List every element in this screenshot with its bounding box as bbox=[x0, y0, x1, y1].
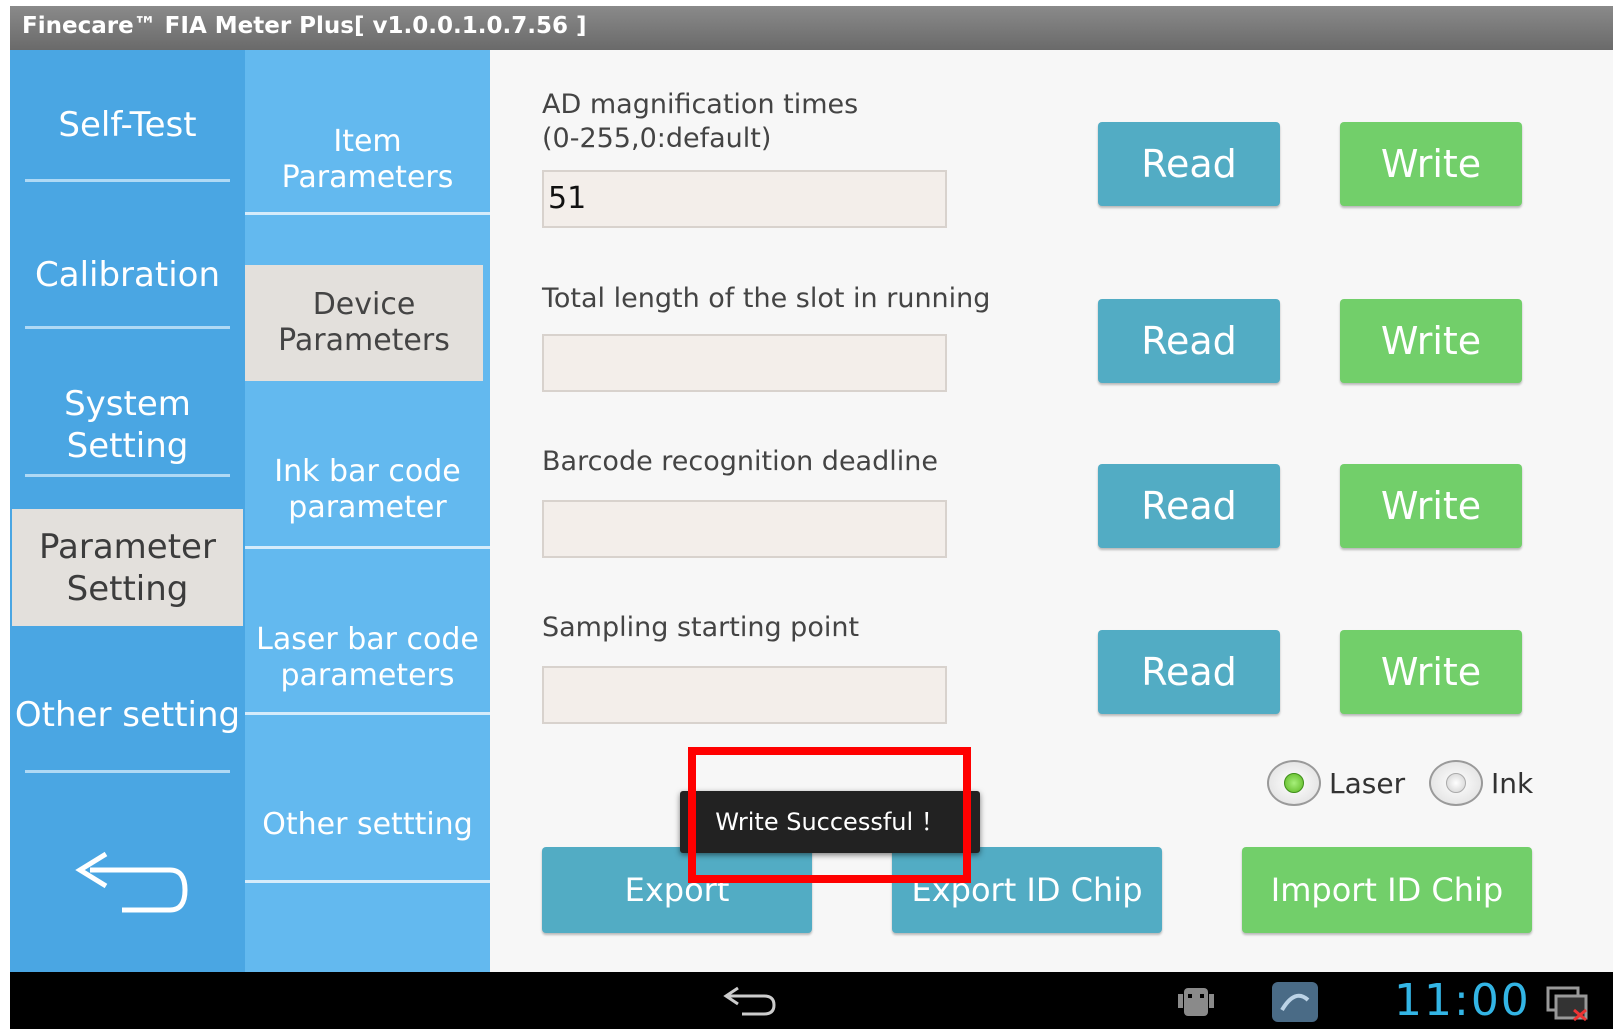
app-window: Finecare™ FIA Meter Plus[ v1.0.0.1.0.7.5… bbox=[10, 6, 1613, 1029]
ad-magnification-input[interactable]: 51 bbox=[542, 170, 947, 228]
barcode-deadline-write-button[interactable]: Write bbox=[1340, 464, 1522, 548]
sampling-start-write-button[interactable]: Write bbox=[1340, 630, 1522, 714]
secondary-nav: Item Parameters Device Parameters Ink ba… bbox=[245, 50, 490, 972]
barcode-deadline-input[interactable] bbox=[542, 500, 947, 558]
nav-calibration[interactable]: Calibration bbox=[10, 230, 245, 320]
subnav-device-parameters-label: Parameters bbox=[278, 323, 450, 358]
subnav-divider bbox=[245, 712, 490, 715]
system-navigation-bar: 11:00 bbox=[10, 972, 1613, 1029]
barcode-deadline-read-button[interactable]: Read bbox=[1098, 464, 1280, 548]
system-clock: 11:00 bbox=[1394, 975, 1531, 1026]
radio-ink-button[interactable] bbox=[1429, 760, 1483, 806]
field-label-ad-magnification: AD magnification times (0-255,0:default) bbox=[542, 88, 858, 156]
window-title: Finecare™ FIA Meter Plus[ v1.0.0.1.0.7.5… bbox=[10, 6, 1613, 50]
slot-length-write-button[interactable]: Write bbox=[1340, 299, 1522, 383]
radio-ink[interactable]: Ink bbox=[1429, 760, 1533, 806]
nav-divider bbox=[25, 326, 230, 329]
ad-magnification-write-button[interactable]: Write bbox=[1340, 122, 1522, 206]
subnav-laser-bar-code-label: parameters bbox=[280, 658, 455, 693]
nav-system-setting-label: Setting bbox=[66, 426, 189, 466]
field-label-sampling-start: Sampling starting point bbox=[542, 611, 859, 645]
app-notification-icon bbox=[1272, 982, 1318, 1022]
radio-laser[interactable]: Laser bbox=[1267, 760, 1405, 806]
subnav-laser-bar-code[interactable]: Laser bar code parameters bbox=[245, 608, 490, 708]
subnav-divider bbox=[245, 212, 490, 215]
radio-ink-label: Ink bbox=[1491, 766, 1534, 800]
nav-divider bbox=[25, 179, 230, 182]
sampling-start-input[interactable] bbox=[542, 666, 947, 724]
nav-system-setting[interactable]: System Setting bbox=[10, 375, 245, 475]
subnav-item-parameters[interactable]: Item Parameters bbox=[245, 110, 490, 210]
nav-other-setting[interactable]: Other setting bbox=[10, 670, 245, 760]
subnav-device-parameters-label: Device bbox=[312, 287, 416, 322]
nav-system-setting-label: System bbox=[64, 384, 191, 424]
field-label-line: Total length of the slot in running bbox=[542, 283, 991, 314]
nav-self-test-label: Self-Test bbox=[58, 105, 197, 145]
nav-other-setting-label: Other setting bbox=[14, 695, 241, 735]
subnav-divider bbox=[245, 880, 490, 883]
field-label-line: (0-255,0:default) bbox=[542, 123, 772, 154]
subnav-ink-bar-code-label: Ink bar code bbox=[274, 454, 461, 489]
back-arrow-icon[interactable] bbox=[70, 850, 190, 920]
slot-length-read-button[interactable]: Read bbox=[1098, 299, 1280, 383]
subnav-ink-bar-code-label: parameter bbox=[288, 490, 447, 525]
import-id-chip-button[interactable]: Import ID Chip bbox=[1242, 847, 1532, 933]
subnav-ink-bar-code[interactable]: Ink bar code parameter bbox=[245, 440, 490, 540]
field-label-line: Sampling starting point bbox=[542, 612, 860, 643]
slot-length-input[interactable] bbox=[542, 334, 947, 392]
nav-self-test[interactable]: Self-Test bbox=[10, 80, 245, 170]
highlight-box bbox=[688, 747, 971, 883]
ad-magnification-read-button[interactable]: Read bbox=[1098, 122, 1280, 206]
field-label-line: Barcode recognition deadline bbox=[542, 446, 938, 477]
radio-selected-indicator bbox=[1284, 773, 1304, 793]
subnav-item-parameters-label: Item bbox=[333, 124, 402, 159]
sampling-start-read-button[interactable]: Read bbox=[1098, 630, 1280, 714]
subnav-other-setting-label: Other settting bbox=[262, 807, 473, 842]
radio-laser-label: Laser bbox=[1329, 766, 1406, 800]
android-debug-icon bbox=[1178, 988, 1214, 1016]
device-parameters-panel: AD magnification times (0-255,0:default)… bbox=[490, 50, 1613, 972]
nav-divider bbox=[25, 474, 230, 477]
subnav-other-setting[interactable]: Other settting bbox=[245, 790, 490, 860]
field-label-slot-length: Total length of the slot in running bbox=[542, 282, 990, 316]
radio-laser-button[interactable] bbox=[1267, 760, 1321, 806]
nav-parameter-setting-label: Setting bbox=[66, 568, 189, 609]
primary-nav: Self-Test Calibration System Setting Par… bbox=[10, 50, 245, 972]
radio-unselected-indicator bbox=[1446, 773, 1466, 793]
nav-parameter-setting-label: Parameter bbox=[39, 526, 216, 567]
back-nav-icon[interactable] bbox=[720, 986, 780, 1020]
subnav-item-parameters-label: Parameters bbox=[281, 160, 454, 195]
field-label-line: AD magnification times bbox=[542, 89, 859, 120]
nav-divider bbox=[25, 770, 230, 773]
subnav-laser-bar-code-label: Laser bar code bbox=[256, 622, 479, 657]
subnav-divider bbox=[245, 546, 490, 549]
subnav-device-parameters[interactable]: Device Parameters bbox=[245, 265, 483, 381]
screen-status-icon bbox=[1546, 986, 1588, 1022]
nav-calibration-label: Calibration bbox=[35, 255, 220, 295]
nav-parameter-setting[interactable]: Parameter Setting bbox=[12, 509, 243, 626]
field-label-barcode-deadline: Barcode recognition deadline bbox=[542, 445, 938, 479]
